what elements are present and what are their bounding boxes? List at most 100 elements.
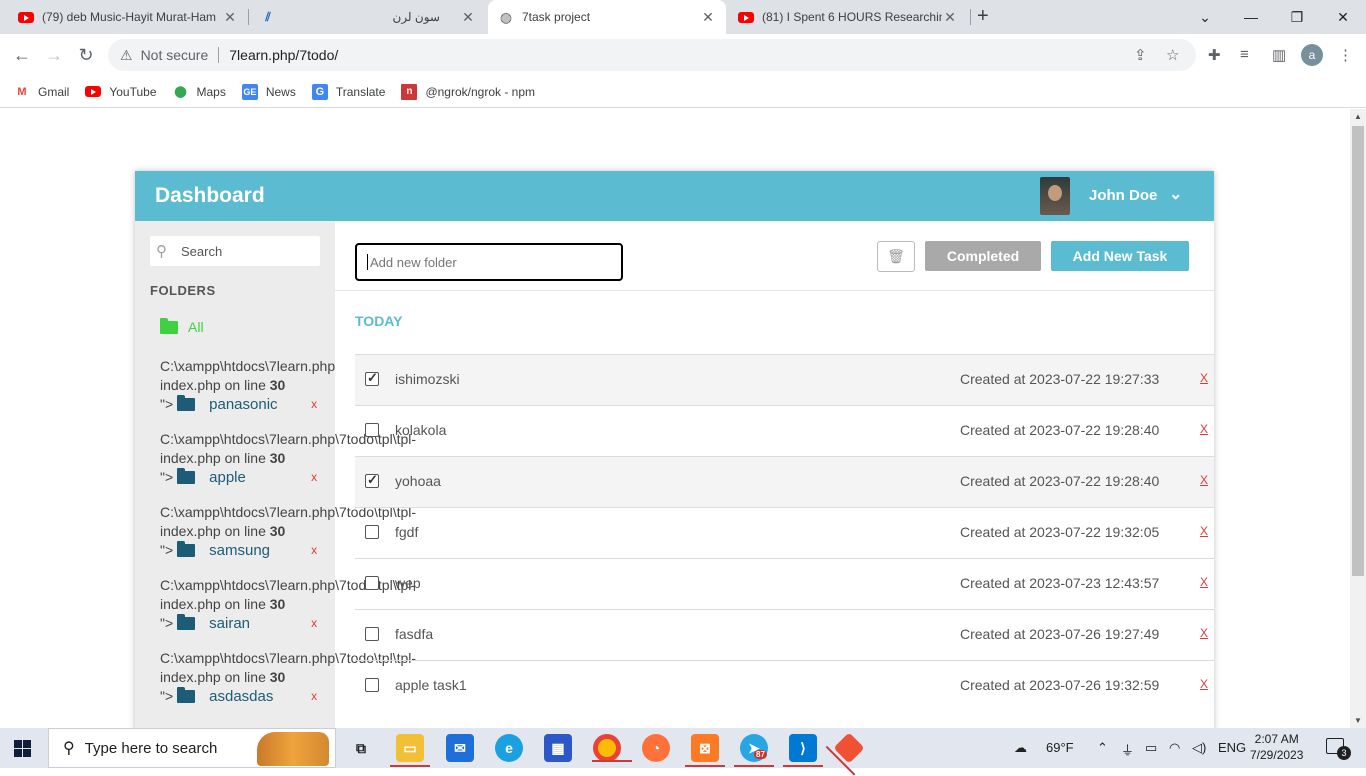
delete-task-button[interactable]: X [1200, 626, 1208, 640]
chrome-icon[interactable] [592, 734, 632, 762]
battery-icon[interactable]: ▭ [1145, 740, 1157, 756]
file-explorer-icon[interactable]: ▭ [390, 734, 430, 767]
delete-task-button[interactable]: X [1200, 473, 1208, 487]
task-checkbox[interactable] [365, 627, 379, 641]
delete-folder-button[interactable]: x [311, 541, 317, 560]
task-row: fgdf Created at 2023-07-22 19:32:05 X [355, 507, 1214, 558]
firefox-icon[interactable]: ◔ [642, 734, 670, 762]
windows-start-icon[interactable] [14, 740, 31, 757]
completed-button[interactable]: Completed [925, 241, 1041, 271]
notification-icon[interactable]: 3 [1326, 738, 1351, 760]
search-icon: ⚲ [63, 740, 75, 757]
delete-task-button[interactable]: X [1200, 575, 1208, 589]
folder-name[interactable]: apple [209, 468, 311, 487]
task-checkbox[interactable] [365, 525, 379, 539]
browser-tab[interactable]: (81) I Spent 6 HOURS Researchin ✕ [728, 0, 968, 34]
media-control-icon[interactable]: ≡ [1240, 46, 1249, 63]
mail-icon[interactable]: ✉ [446, 734, 474, 762]
restore-button[interactable]: ❐ [1274, 0, 1320, 34]
weather-temp[interactable]: 69°F [1046, 740, 1074, 755]
browser-tab[interactable]: ⫽ سون لرن ✕ [250, 0, 486, 34]
folder-name[interactable]: asdasdas [209, 687, 311, 706]
folder-name[interactable]: sairan [209, 614, 311, 633]
delete-task-button[interactable]: X [1200, 677, 1208, 691]
new-folder-input[interactable]: Add new folder [355, 243, 623, 281]
profile-avatar[interactable]: a [1301, 44, 1323, 66]
task-created: Created at 2023-07-23 12:43:57 [960, 575, 1160, 591]
back-button[interactable]: ← [10, 43, 34, 67]
bookmark-translate[interactable]: G Translate [311, 83, 385, 100]
vscode-icon[interactable]: ⟩ [783, 734, 823, 767]
chevron-up-icon[interactable]: ⌃ [1097, 740, 1108, 756]
edge-icon[interactable]: e [495, 734, 523, 762]
delete-folder-button[interactable]: x [311, 468, 317, 487]
reload-button[interactable]: ↻ [74, 43, 98, 67]
git-icon[interactable] [833, 732, 865, 764]
task-checkbox[interactable] [365, 370, 379, 386]
folder-all[interactable]: All [160, 317, 204, 335]
task-checkbox[interactable] [365, 423, 379, 437]
folder-name[interactable]: panasonic [209, 395, 311, 414]
user-name[interactable]: John Doe [1089, 187, 1157, 204]
extensions-icon[interactable]: ✚ [1208, 46, 1221, 64]
weather-icon: ☁ [1014, 740, 1027, 755]
delete-folder-button[interactable]: x [311, 687, 317, 706]
task-checkbox[interactable] [365, 576, 379, 590]
bookmark-star-icon[interactable]: ☆ [1166, 46, 1179, 64]
telegram-icon[interactable]: ➤ 87 [734, 734, 774, 767]
minimize-button[interactable]: — [1228, 0, 1274, 34]
task-view-icon[interactable]: ⧉ [347, 734, 375, 762]
share-icon[interactable]: ⇪ [1134, 46, 1147, 64]
clock[interactable]: 2:07 AM 7/29/2023 [1250, 731, 1303, 763]
side-panel-icon[interactable]: ▥ [1272, 46, 1286, 64]
delete-folder-button[interactable]: x [311, 614, 317, 633]
browser-tab[interactable]: (79) deb Music-Hayit Murat-Ham ✕ [8, 0, 248, 34]
close-tab-icon[interactable]: ✕ [942, 9, 958, 26]
delete-task-button[interactable]: X [1200, 371, 1208, 385]
volume-icon[interactable]: ◁) [1192, 740, 1206, 756]
close-tab-icon[interactable]: ✕ [222, 9, 238, 26]
store-icon[interactable]: ▦ [544, 734, 572, 762]
delete-task-button[interactable]: X [1200, 422, 1208, 436]
scroll-down-icon[interactable]: ▼ [1354, 716, 1362, 725]
scroll-up-icon[interactable]: ▲ [1354, 112, 1362, 121]
bookmark-youtube[interactable]: YouTube [85, 84, 157, 100]
task-checkbox[interactable] [365, 678, 379, 692]
chevron-down-icon[interactable]: ⌄ [1169, 184, 1182, 204]
scrollbar-thumb[interactable] [1352, 126, 1364, 576]
bookmark-maps[interactable]: ⬤ Maps [173, 84, 226, 100]
task-checkbox[interactable] [365, 472, 379, 488]
npm-icon: n [401, 83, 418, 100]
taskbar-search-input[interactable]: ⚲ Type here to search [48, 728, 336, 768]
usb-icon[interactable]: ⏚ [1121, 740, 1134, 759]
page-scrollbar[interactable]: ▲ ▼ [1350, 109, 1366, 728]
bookmark-gmail[interactable]: M Gmail [14, 84, 69, 100]
add-new-task-button[interactable]: Add New Task [1051, 241, 1189, 271]
bookmark-ngrok[interactable]: n @ngrok/ngrok - npm [401, 83, 535, 100]
search-icon: ⚲ [156, 243, 167, 260]
search-input[interactable]: ⚲ Search [150, 236, 320, 266]
delete-task-button[interactable]: X [1200, 524, 1208, 538]
new-tab-button[interactable]: + [977, 5, 989, 28]
forward-button[interactable]: → [42, 43, 66, 67]
task-row: yohoaa Created at 2023-07-22 19:28:40 X [355, 456, 1214, 507]
close-tab-icon[interactable]: ✕ [460, 9, 476, 26]
task-list: ishimozski Created at 2023-07-22 19:27:3… [355, 354, 1214, 711]
language-indicator[interactable]: ENG [1218, 740, 1246, 755]
close-tab-icon[interactable]: ✕ [700, 9, 716, 26]
trash-icon[interactable]: 🗑 [877, 241, 915, 272]
xampp-icon[interactable]: ⊠ [685, 734, 725, 767]
folder-name[interactable]: samsung [209, 541, 311, 560]
address-bar[interactable]: ⚠ Not secure 7learn.php/7todo/ ⇪ ☆ [108, 39, 1196, 71]
close-window-button[interactable]: ✕ [1320, 0, 1366, 34]
tab-search-icon[interactable]: ⌄ [1182, 0, 1228, 34]
menu-kebab-icon[interactable]: ⋮ [1338, 46, 1353, 64]
wifi-icon[interactable]: ◠ [1169, 740, 1180, 756]
security-label: Not secure [140, 47, 209, 63]
dashboard-header: Dashboard John Doe ⌄ [135, 171, 1214, 221]
folder-icon [177, 541, 196, 557]
delete-folder-button[interactable]: x [311, 395, 317, 414]
bookmark-news[interactable]: GE News [241, 83, 296, 100]
browser-tab-active[interactable]: ◍ 7task project ✕ [488, 0, 726, 34]
user-avatar[interactable] [1040, 177, 1070, 215]
